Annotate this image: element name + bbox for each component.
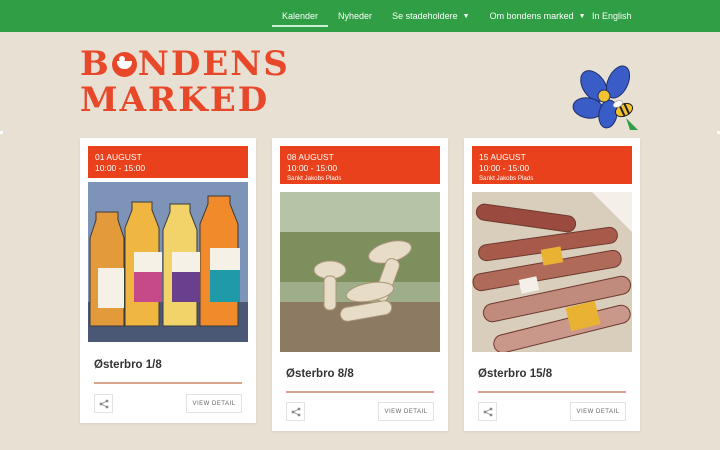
event-location: Sankt Jakobs Plads [287,175,342,182]
event-photo-juice-bottles[interactable] [88,182,248,342]
nav-item-se-stadeholdere[interactable]: Se stadeholdere ▼ [382,0,480,32]
share-icon [99,399,108,408]
logo-line-1: B NDENS [80,47,295,81]
nav-item-kalender[interactable]: Kalender [272,0,329,32]
share-icon [483,407,492,416]
view-detail-button[interactable]: VIEW DETAIL [570,402,626,421]
logo-line-2: MARKED [80,80,270,120]
chevron-down-icon: ▼ [462,12,470,20]
top-navbar: Kalender Nyheder Se stadeholdere ▼ Om bo… [0,0,720,32]
event-time: 10:00 - 15:00 [479,163,530,173]
basket-icon [111,52,137,77]
main-menu: Kalender Nyheder Se stadeholdere ▼ Om bo… [272,0,596,32]
event-date-header: 01 AUGUST 10:00 - 15:00 [88,146,248,178]
event-date: 15 AUGUST [479,152,526,162]
view-detail-button[interactable]: VIEW DETAIL [186,394,242,413]
page-edge-marker-left [0,131,3,134]
view-detail-button[interactable]: VIEW DETAIL [378,402,434,421]
photo-image [88,182,248,342]
photo-image [280,192,440,352]
share-button[interactable] [286,402,305,421]
event-location: Sankt Jakobs Plads [479,175,534,182]
share-button[interactable] [478,402,497,421]
nav-item-om-bondens-marked[interactable]: Om bondens marked ▼ [480,0,596,32]
bondens-marked-logo[interactable]: B NDENS MARKED [80,47,295,120]
event-time: 10:00 - 15:00 [95,163,146,173]
event-card[interactable]: 01 AUGUST 10:00 - 15:00 Østerbro 1/8 VIE… [80,138,256,423]
event-title[interactable]: Østerbro 8/8 [286,368,354,380]
photo-image [472,192,632,352]
event-title[interactable]: Østerbro 1/8 [94,359,162,371]
nav-item-label: Om bondens marked [489,11,574,21]
event-time: 10:00 - 15:00 [287,163,338,173]
title-divider [94,382,242,384]
nav-item-nyheder[interactable]: Nyheder [328,0,382,32]
event-title[interactable]: Østerbro 15/8 [478,368,552,380]
nav-item-label: Se stadeholdere [392,11,458,21]
event-photo-sausages[interactable] [472,192,632,352]
logo-letter-b: B [80,44,111,84]
flower-bee-icon [572,65,638,130]
event-date-header: 15 AUGUST 10:00 - 15:00 Sankt Jakobs Pla… [472,146,632,184]
event-card[interactable]: 08 AUGUST 10:00 - 15:00 Sankt Jakobs Pla… [272,138,448,431]
event-date: 08 AUGUST [287,152,334,162]
title-divider [478,391,626,393]
language-link[interactable]: In English [582,0,642,32]
event-photo-mushrooms[interactable] [280,192,440,352]
event-date: 01 AUGUST [95,152,142,162]
event-card[interactable]: 15 AUGUST 10:00 - 15:00 Sankt Jakobs Pla… [464,138,640,431]
share-button[interactable] [94,394,113,413]
event-date-header: 08 AUGUST 10:00 - 15:00 Sankt Jakobs Pla… [280,146,440,184]
share-icon [291,407,300,416]
title-divider [286,391,434,393]
logo-text-ndens: NDENS [137,44,290,84]
